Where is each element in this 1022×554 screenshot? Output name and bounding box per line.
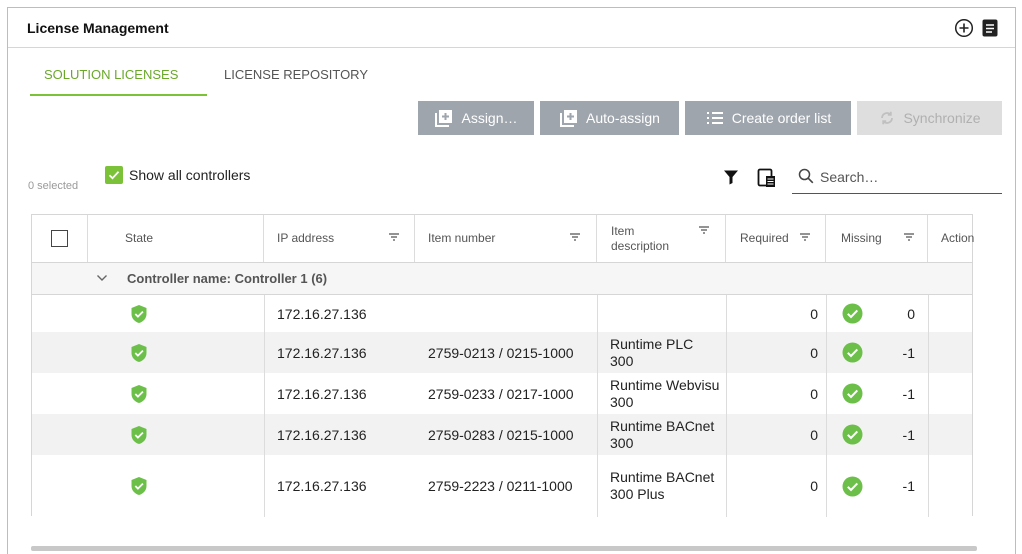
item-description-cell — [610, 295, 720, 332]
column-divider — [726, 295, 727, 517]
ip-address-cell: 172.16.27.136 — [277, 305, 367, 322]
item-number-cell: 2759-0233 / 0217-1000 — [428, 385, 574, 402]
sort-icon[interactable] — [698, 225, 710, 235]
required-cell: 0 — [810, 426, 818, 443]
page-title: License Management — [27, 20, 169, 36]
table-row[interactable]: 172.16.27.136 2759-2223 / 0211-1000 Runt… — [32, 455, 972, 517]
missing-cell: -1 — [902, 344, 915, 361]
ip-address-cell: 172.16.27.136 — [277, 426, 367, 443]
group-row-controller[interactable]: Controller name: Controller 1 (6) — [32, 263, 972, 295]
column-header-action: Action — [928, 215, 974, 262]
table-row[interactable]: 172.16.27.136 0 0 — [32, 295, 972, 332]
state-shield-icon — [130, 295, 148, 332]
item-description-cell: Runtime BACnet 300 Plus — [610, 469, 715, 502]
column-header-state[interactable]: State — [88, 215, 264, 262]
auto-assign-icon — [560, 110, 578, 127]
column-header-item-description[interactable]: Item description — [597, 215, 726, 262]
ip-address-cell: 172.16.27.136 — [277, 344, 367, 361]
column-divider — [826, 295, 827, 517]
select-all-header — [32, 215, 88, 262]
select-all-checkbox[interactable] — [51, 230, 68, 247]
group-label: Controller name: Controller 1 (6) — [127, 271, 328, 286]
assign-icon — [435, 110, 453, 127]
item-number-cell: 2759-0213 / 0215-1000 — [428, 344, 574, 361]
synchronize-button[interactable]: Synchronize — [857, 101, 1002, 135]
selected-count: 0 selected — [28, 180, 79, 192]
required-cell: 0 — [810, 305, 818, 322]
chevron-down-icon[interactable] — [96, 274, 108, 282]
search-icon — [798, 168, 814, 184]
table-row[interactable]: 172.16.27.136 2759-0233 / 0217-1000 Runt… — [32, 373, 972, 414]
column-header-ip[interactable]: IP address — [264, 215, 415, 262]
checked-checkbox-icon[interactable] — [105, 166, 123, 184]
show-all-controllers-checkbox[interactable]: Show all controllers — [105, 166, 250, 184]
sort-icon[interactable] — [903, 232, 915, 242]
state-shield-icon — [130, 332, 148, 373]
filter-icon[interactable] — [723, 169, 739, 190]
missing-cell: -1 — [902, 426, 915, 443]
item-number-cell: 2759-2223 / 0211-1000 — [428, 478, 573, 494]
license-management-panel: License Management SOLUTION LICENSES LIC… — [7, 7, 1016, 554]
ip-address-cell: 172.16.27.136 — [277, 385, 367, 402]
column-chooser-icon[interactable] — [757, 168, 777, 193]
document-list-icon[interactable] — [980, 18, 1000, 38]
item-description-cell: Runtime BACnet 300 — [610, 417, 715, 451]
auto-assign-label: Auto-assign — [586, 110, 660, 126]
required-cell: 0 — [810, 344, 818, 361]
item-description-cell: Runtime Webvisu 300 — [610, 376, 720, 410]
licenses-table: State IP address Item number Item descri… — [31, 214, 974, 517]
column-divider — [597, 295, 598, 517]
missing-cell: 0 — [907, 305, 915, 322]
create-order-list-button[interactable]: Create order list — [685, 101, 851, 135]
sync-icon — [881, 111, 894, 125]
state-shield-icon — [130, 373, 148, 414]
auto-assign-button[interactable]: Auto-assign — [540, 101, 679, 135]
column-header-state-label: State — [125, 231, 154, 245]
assign-button[interactable]: Assign… — [418, 101, 534, 135]
missing-cell: -1 — [902, 385, 915, 402]
column-header-item-number-label: Item number — [428, 231, 496, 245]
sort-icon[interactable] — [799, 232, 811, 242]
required-cell: 0 — [810, 385, 818, 402]
assign-label: Assign… — [461, 110, 518, 126]
column-header-missing-label: Missing — [841, 231, 882, 245]
item-description-cell: Runtime PLC 300 — [610, 335, 694, 369]
item-number-cell: 2759-0283 / 0215-1000 — [428, 426, 574, 443]
column-header-required-label: Required — [740, 231, 789, 245]
state-shield-icon — [130, 455, 148, 517]
sort-icon[interactable] — [388, 232, 400, 242]
table-row[interactable]: 172.16.27.136 2759-0283 / 0215-1000 Runt… — [32, 414, 972, 455]
create-order-list-label: Create order list — [731, 110, 832, 126]
column-header-item-number[interactable]: Item number — [415, 215, 597, 262]
table-row[interactable]: 172.16.27.136 2759-0213 / 0215-1000 Runt… — [32, 332, 972, 373]
search-input[interactable] — [820, 166, 995, 188]
active-tab-indicator — [30, 94, 207, 96]
required-cell: 0 — [810, 478, 818, 494]
panel-header: License Management — [8, 8, 1015, 48]
add-circle-icon[interactable] — [954, 18, 974, 38]
state-shield-icon — [130, 414, 148, 455]
list-icon — [706, 112, 723, 124]
column-divider — [264, 295, 265, 517]
sort-icon[interactable] — [569, 232, 581, 242]
column-header-ip-label: IP address — [277, 231, 335, 245]
search-box[interactable] — [792, 162, 1002, 194]
ip-address-cell: 172.16.27.136 — [277, 478, 367, 494]
column-header-required[interactable]: Required — [726, 215, 826, 262]
missing-cell: -1 — [902, 478, 915, 494]
horizontal-scrollbar[interactable] — [31, 546, 977, 551]
synchronize-label: Synchronize — [903, 110, 981, 126]
column-divider — [928, 295, 929, 517]
column-header-item-description-label: Item description — [611, 223, 670, 253]
show-all-controllers-label: Show all controllers — [129, 167, 251, 183]
column-header-action-label: Action — [941, 231, 975, 245]
tab-license-repository[interactable]: LICENSE REPOSITORY — [224, 63, 368, 99]
column-header-missing[interactable]: Missing — [826, 215, 928, 262]
